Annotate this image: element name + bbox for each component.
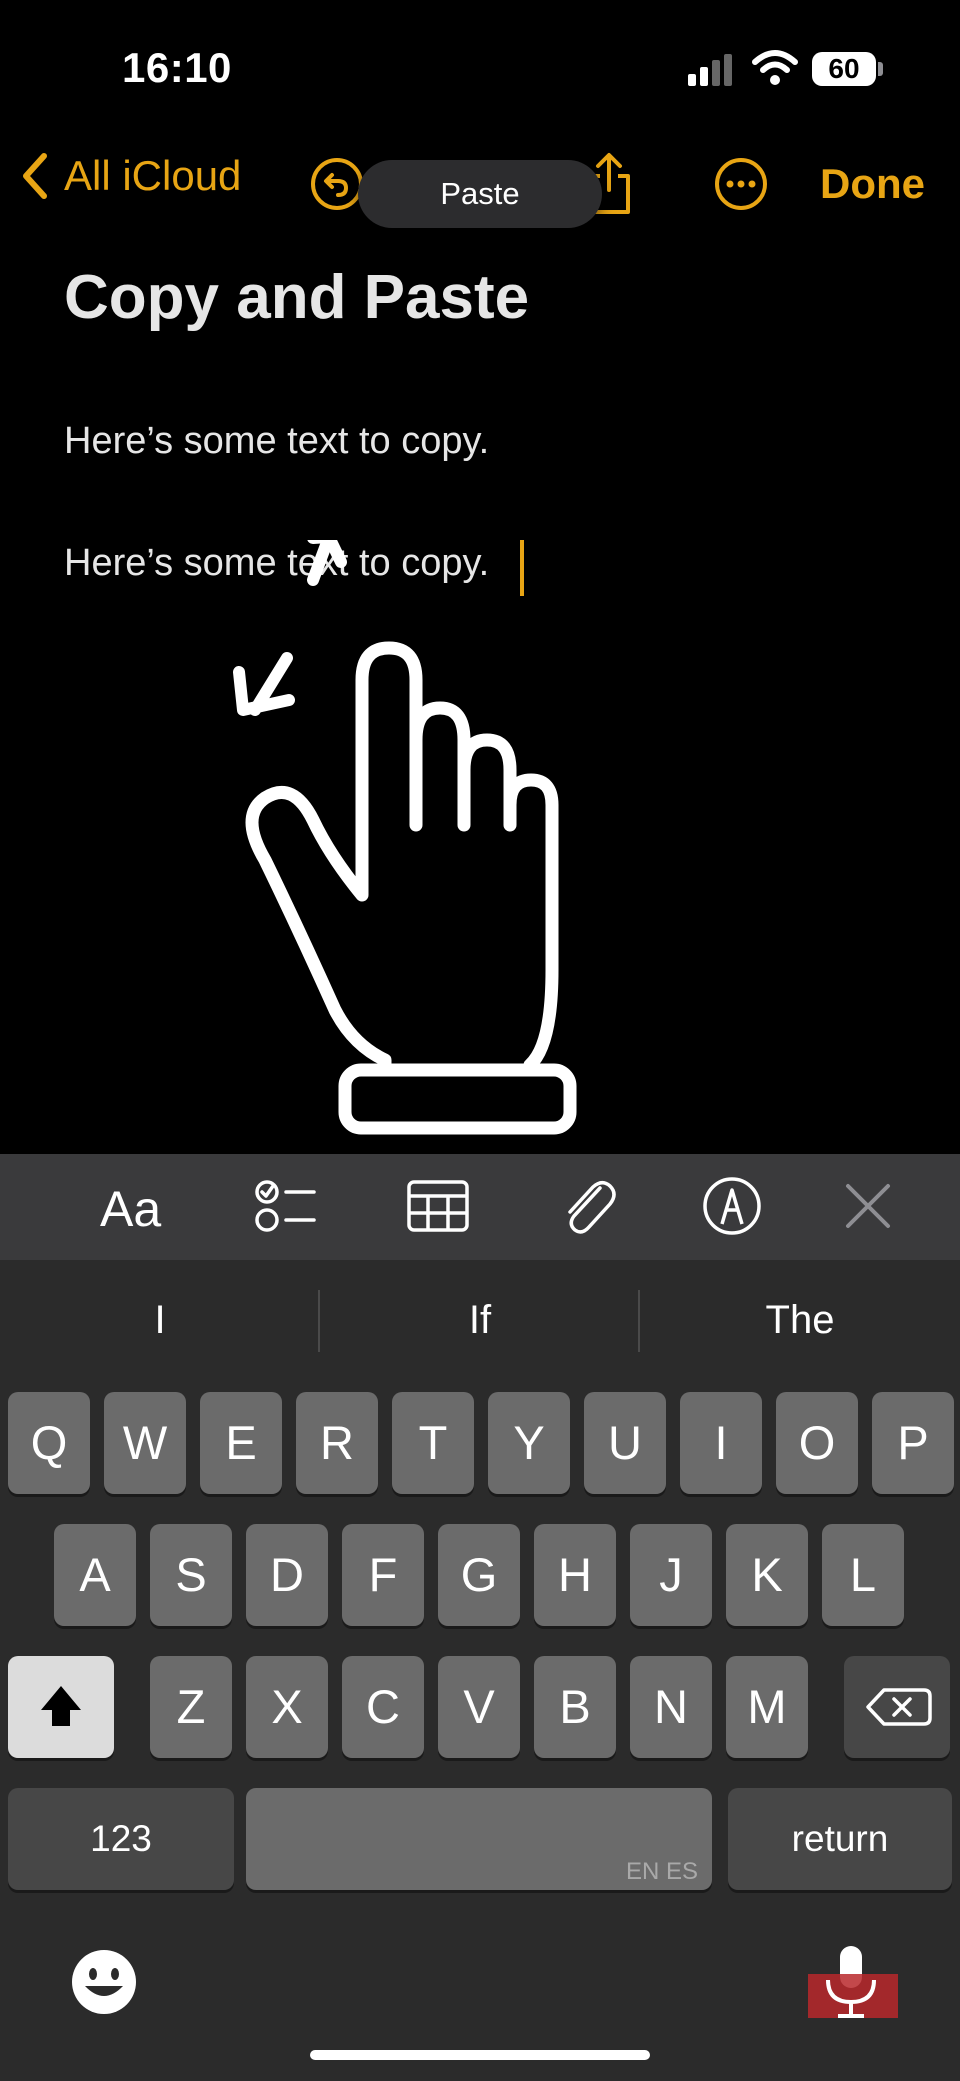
- back-button[interactable]: All iCloud: [20, 152, 241, 200]
- key[interactable]: U: [584, 1392, 666, 1494]
- battery-indicator: 60: [812, 52, 876, 86]
- key[interactable]: D: [246, 1524, 328, 1626]
- markup-pen-icon[interactable]: [700, 1174, 764, 1238]
- key[interactable]: E: [200, 1392, 282, 1494]
- close-icon[interactable]: [844, 1174, 892, 1238]
- checklist-icon[interactable]: [254, 1174, 316, 1238]
- emoji-icon[interactable]: [70, 1948, 138, 2016]
- key[interactable]: F: [342, 1524, 424, 1626]
- cellular-signal-icon: [688, 54, 732, 86]
- key[interactable]: V: [438, 1656, 520, 1758]
- status-time: 16:10: [122, 44, 232, 91]
- suggestion[interactable]: I: [0, 1298, 320, 1343]
- more-options-icon[interactable]: [714, 157, 768, 211]
- key[interactable]: G: [438, 1524, 520, 1626]
- space-bar[interactable]: EN ES: [246, 1788, 712, 1890]
- key[interactable]: M: [726, 1656, 808, 1758]
- battery-nub: [878, 62, 883, 76]
- key[interactable]: R: [296, 1392, 378, 1494]
- paperclip-icon[interactable]: [558, 1174, 618, 1238]
- note-title[interactable]: Copy and Paste: [64, 262, 529, 333]
- key[interactable]: X: [246, 1656, 328, 1758]
- undo-icon[interactable]: [310, 157, 364, 211]
- text-style-button[interactable]: Aa: [100, 1180, 161, 1238]
- shift-arrow-icon: [41, 1686, 81, 1726]
- key[interactable]: O: [776, 1392, 858, 1494]
- back-button-label: All iCloud: [64, 152, 242, 199]
- key[interactable]: Z: [150, 1656, 232, 1758]
- key[interactable]: Q: [8, 1392, 90, 1494]
- key[interactable]: I: [680, 1392, 762, 1494]
- return-key[interactable]: return: [728, 1788, 952, 1890]
- backspace-icon: [866, 1688, 932, 1726]
- note-body-line[interactable]: Here’s some text to copy.: [64, 420, 489, 463]
- paste-button[interactable]: Paste: [358, 160, 602, 228]
- format-toolbar: Aa: [0, 1154, 960, 1260]
- key[interactable]: P: [872, 1392, 954, 1494]
- delete-key[interactable]: [844, 1656, 950, 1758]
- suggestion[interactable]: If: [320, 1298, 640, 1343]
- key[interactable]: T: [392, 1392, 474, 1494]
- key[interactable]: J: [630, 1524, 712, 1626]
- key[interactable]: S: [150, 1524, 232, 1626]
- shift-key[interactable]: [8, 1656, 114, 1758]
- key[interactable]: A: [54, 1524, 136, 1626]
- pinch-gesture-hand-icon: [233, 540, 577, 1135]
- home-indicator: [310, 2050, 650, 2060]
- key[interactable]: Y: [488, 1392, 570, 1494]
- wifi-icon: [752, 50, 798, 85]
- keyboard: I If The Q W E R T Y U I O P A S D F G H…: [0, 1260, 960, 2081]
- key[interactable]: W: [104, 1392, 186, 1494]
- done-button[interactable]: Done: [820, 160, 925, 208]
- suggestion[interactable]: The: [640, 1298, 960, 1343]
- keyboard-languages: EN ES: [625, 1858, 698, 1885]
- table-icon[interactable]: [406, 1174, 470, 1238]
- key[interactable]: L: [822, 1524, 904, 1626]
- key[interactable]: C: [342, 1656, 424, 1758]
- key[interactable]: B: [534, 1656, 616, 1758]
- chevron-left-icon: [23, 153, 47, 199]
- key[interactable]: N: [630, 1656, 712, 1758]
- key[interactable]: H: [534, 1524, 616, 1626]
- numbers-key[interactable]: 123: [8, 1788, 234, 1890]
- key[interactable]: K: [726, 1524, 808, 1626]
- microphone-icon[interactable]: [808, 1946, 900, 2022]
